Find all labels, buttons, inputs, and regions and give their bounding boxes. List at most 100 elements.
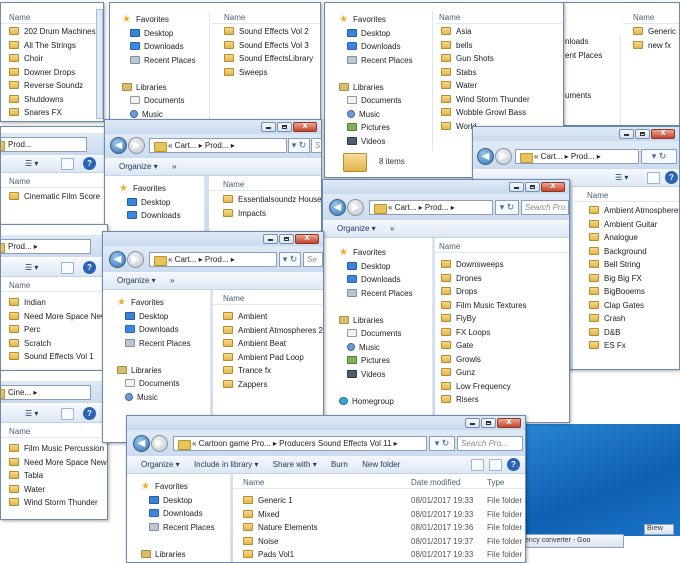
search-input[interactable]: S: [311, 138, 321, 153]
nav-recent-places[interactable]: Recent Places: [141, 522, 230, 537]
view-options-button[interactable]: [471, 459, 484, 471]
nav-documents[interactable]: uments: [565, 91, 620, 105]
new-folder-button[interactable]: New folder: [356, 456, 406, 469]
explorer-window-10[interactable]: ◀ ▶ « Cart... ▸ Prod... ▸ ▾ ↻ Se Organiz…: [102, 231, 324, 443]
explorer-window-4[interactable]: nloads ent Places uments Name Generic 3 …: [562, 2, 680, 126]
nav-libraries[interactable]: Libraries: [339, 82, 432, 97]
help-icon[interactable]: ?: [665, 171, 678, 184]
folder-item[interactable]: Sound EffectsLibrary: [224, 54, 320, 68]
address-field[interactable]: « Cartoon game Pro... ▸ Producers Sound …: [173, 436, 427, 451]
nav-documents[interactable]: Documents: [117, 379, 210, 393]
help-icon[interactable]: ?: [83, 261, 96, 274]
nav-recent-places[interactable]: Recent Places: [339, 288, 432, 303]
forward-button[interactable]: ▶: [128, 137, 145, 154]
forward-button[interactable]: ▶: [151, 435, 168, 452]
folder-item[interactable]: Perc: [9, 325, 107, 339]
explorer-window-11[interactable]: Cine... ▸ ☰ ▾ ? Name Film Music Percussi…: [0, 370, 108, 520]
folder-item[interactable]: Zappers: [223, 379, 323, 394]
nav-recent-places[interactable]: Recent Places: [117, 338, 210, 353]
folder-item[interactable]: Indian: [9, 298, 107, 312]
folder-item[interactable]: Ambient Atmospheres: [589, 206, 679, 220]
folder-item[interactable]: BigBooems: [589, 287, 679, 301]
address-field[interactable]: Prod...: [1, 137, 87, 152]
folder-item[interactable]: bells: [441, 40, 563, 55]
nav-downloads[interactable]: nloads: [565, 37, 620, 51]
column-header-name[interactable]: Name: [213, 290, 323, 305]
minimize-button[interactable]: [509, 182, 524, 192]
column-header-name[interactable]: Name: [1, 423, 107, 438]
folder-item[interactable]: 202 Drum Machines: [9, 27, 103, 41]
folder-item[interactable]: Cinematic Film Score: [9, 192, 107, 206]
folder-item[interactable]: Crash: [589, 314, 679, 328]
folder-item[interactable]: Wind Storm Thunder: [9, 498, 107, 512]
back-button[interactable]: ◀: [109, 251, 126, 268]
folder-item[interactable]: Sound Effects Vol 1: [9, 352, 107, 366]
preview-pane-button[interactable]: [647, 172, 660, 184]
nav-favorites[interactable]: ★ Favorites: [339, 248, 432, 262]
nav-desktop[interactable]: Desktop: [339, 261, 432, 276]
nav-libraries[interactable]: Libraries: [141, 549, 230, 563]
search-input[interactable]: Search Pro...: [521, 200, 569, 215]
folder-item[interactable]: Trance fx: [223, 366, 323, 380]
folder-item[interactable]: Generic 3: [633, 27, 679, 41]
explorer-window-2[interactable]: ★ Favorites Desktop Downloads Recent Plac…: [109, 2, 321, 122]
organize-menu[interactable]: Organize ▾: [323, 220, 382, 233]
folder-item[interactable]: Drops: [441, 287, 569, 301]
close-button[interactable]: [293, 120, 317, 132]
nav-recent-places[interactable]: Recent Places: [122, 55, 209, 70]
address-field[interactable]: Prod... ▸: [1, 239, 91, 254]
folder-item[interactable]: Sweeps: [224, 67, 320, 82]
nav-videos[interactable]: Videos: [339, 369, 432, 384]
column-header-name[interactable]: Name: [1, 173, 107, 188]
nav-music[interactable]: Music: [339, 109, 432, 124]
folder-item[interactable]: Film Music Percussion: [9, 444, 107, 458]
more-commands[interactable]: »: [166, 158, 182, 171]
explorer-window-1[interactable]: Name 202 Drum Machines All The Strings C…: [0, 2, 104, 122]
folder-item[interactable]: Wobble Growl Bass: [441, 108, 563, 122]
folder-item[interactable]: Asia: [441, 27, 563, 41]
nav-downloads[interactable]: Downloads: [339, 275, 432, 289]
folder-item[interactable]: Ambient Pad Loop: [223, 352, 323, 367]
nav-libraries[interactable]: Libraries: [117, 365, 210, 380]
nav-downloads[interactable]: Downloads: [339, 42, 432, 56]
address-field[interactable]: « Cart... ▸ Prod... ▸: [369, 200, 493, 215]
folder-item[interactable]: Sound Effects Vol 3: [224, 40, 320, 55]
folder-item[interactable]: Gunz: [441, 368, 569, 382]
column-header-name[interactable]: Name: [209, 176, 321, 191]
help-icon[interactable]: ?: [507, 458, 520, 471]
preview-pane-button[interactable]: [61, 408, 74, 420]
forward-button[interactable]: ▶: [495, 148, 512, 165]
address-field[interactable]: « Cart... ▸ Prod... ▸: [515, 149, 639, 164]
column-header-name[interactable]: Name: [435, 238, 569, 253]
organize-menu[interactable]: Organize ▾: [105, 158, 164, 171]
folder-item[interactable]: FX Loops: [441, 327, 569, 342]
back-button[interactable]: ◀: [329, 199, 346, 216]
folder-item[interactable]: Clap Gates: [589, 300, 679, 315]
burn-button[interactable]: Burn: [325, 456, 354, 469]
nav-downloads[interactable]: Downloads: [122, 42, 209, 56]
minimize-button[interactable]: [619, 129, 634, 139]
folder-item[interactable]: Sound Effects Vol 2: [224, 27, 320, 41]
refresh-button[interactable]: ▾ ↻: [288, 138, 310, 153]
nav-documents[interactable]: Documents: [339, 96, 432, 110]
folder-item[interactable]: Tabla: [9, 471, 107, 485]
folder-item[interactable]: Big Big FX: [589, 273, 679, 288]
folder-item[interactable]: Ambient Guitar: [589, 219, 679, 234]
nav-music[interactable]: Music: [117, 392, 210, 407]
nav-libraries[interactable]: Libraries: [122, 82, 209, 97]
title-bar[interactable]: [103, 232, 323, 246]
folder-item[interactable]: Analogue: [589, 233, 679, 247]
explorer-window-9[interactable]: Prod... ▸ ☰ ▾ ? Name Indian Need More Sp…: [0, 224, 108, 382]
forward-button[interactable]: ▶: [347, 199, 364, 216]
view-options-button[interactable]: ☰ ▾: [1, 155, 44, 168]
close-button[interactable]: [497, 416, 521, 428]
folder-item[interactable]: FlyBy: [441, 314, 569, 328]
folder-item[interactable]: Snares FX: [9, 108, 103, 121]
folder-item[interactable]: Choir: [9, 54, 103, 68]
organize-menu[interactable]: Organize ▾: [127, 456, 186, 469]
folder-item[interactable]: Shutdowns: [9, 94, 103, 109]
folder-item[interactable]: Wind Storm Thunder: [441, 94, 563, 109]
nav-pictures[interactable]: Pictures: [339, 356, 432, 370]
folder-item[interactable]: Ambient: [223, 312, 323, 326]
column-header-name[interactable]: Name: [623, 9, 679, 24]
